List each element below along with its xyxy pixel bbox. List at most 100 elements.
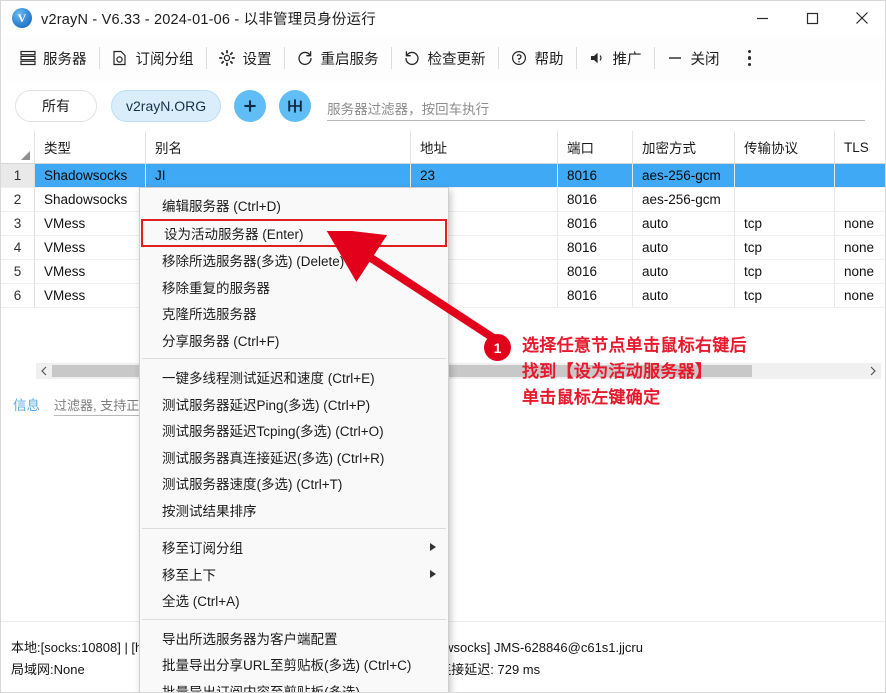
status-lan-line: 局域网:None [11, 659, 142, 681]
table-header-row: 类型 别名 地址 端口 加密方式 传输协议 TLS 订阅分组 延迟(ms) [1, 131, 886, 164]
column-header-tls[interactable]: TLS [835, 131, 886, 164]
toolbar-label: 订阅分组 [136, 48, 194, 69]
toolbar-label: 关闭 [691, 48, 720, 69]
ctx-item-move-up-down[interactable]: 移至上下 [140, 561, 448, 588]
minus-icon [667, 50, 684, 67]
ctx-item-set-active-server[interactable]: 设为活动服务器 (Enter) [142, 220, 446, 247]
ctx-item-move-to-subscription[interactable]: 移至订阅分组 [140, 534, 448, 561]
cell-security: aes-256-gcm [633, 188, 735, 212]
row-index: 1 [1, 164, 35, 188]
ctx-item-batch-export-subscription[interactable]: 批量导出订阅内容至剪贴板(多选) [140, 678, 448, 693]
cell-tls: none [835, 284, 886, 308]
column-header-network[interactable]: 传输协议 [735, 131, 835, 164]
toolbar-label: 检查更新 [428, 48, 486, 69]
resize-columns-icon[interactable] [279, 90, 311, 122]
toolbar-item-check-update[interactable]: 检查更新 [392, 35, 498, 81]
maximize-button[interactable] [787, 1, 837, 35]
ctx-item-test-real-delay[interactable]: 测试服务器真连接延迟(多选) (Ctrl+R) [140, 444, 448, 471]
main-toolbar: 服务器 订阅分组 [1, 35, 886, 82]
ctx-item-label: 移至上下 [162, 564, 216, 584]
chevron-right-icon [430, 570, 436, 578]
more-vertical-icon[interactable] [736, 35, 764, 81]
row-index: 5 [1, 260, 35, 284]
table-row[interactable]: 1 Shadowsocks JI 23 8016 aes-256-gcm v2r… [1, 164, 886, 188]
ctx-item-test-ping[interactable]: 测试服务器延迟Ping(多选) (Ctrl+P) [140, 391, 448, 418]
toolbar-label: 推广 [613, 48, 642, 69]
toolbar-item-close[interactable]: 关闭 [655, 35, 732, 81]
ctx-item-clone-selected-servers[interactable]: 克隆所选服务器 [140, 300, 448, 327]
ctx-item-select-all[interactable]: 全选 (Ctrl+A) [140, 587, 448, 614]
ctx-item-remove-duplicate-servers[interactable]: 移除重复的服务器 [140, 274, 448, 301]
restart-icon [297, 50, 314, 67]
toolbar-item-servers[interactable]: 服务器 [1, 35, 99, 81]
annotation-line-1: 选择任意节点单击鼠标右键后 [522, 333, 747, 359]
column-header-alias[interactable]: 别名 [146, 131, 411, 164]
server-filter-placeholder: 服务器过滤器，按回车执行 [327, 98, 489, 118]
cell-type: Shadowsocks [35, 164, 146, 188]
group-chip-v2rayn-org[interactable]: v2rayN.ORG [111, 90, 221, 122]
group-chip-all[interactable]: 所有 [15, 90, 97, 122]
tab-messages[interactable]: 信息 [13, 394, 40, 414]
speaker-icon [589, 50, 606, 67]
cell-address: 23 [411, 164, 558, 188]
ctx-item-export-client-config[interactable]: 导出所选服务器为客户端配置 [140, 625, 448, 652]
cell-alias: JI [146, 164, 411, 188]
toolbar-label: 重启服务 [321, 48, 379, 69]
message-filter-placeholder: 过滤器, 支持正则 [54, 395, 152, 414]
column-header-address[interactable]: 地址 [411, 131, 558, 164]
ctx-item-batch-export-urls[interactable]: 批量导出分享URL至剪贴板(多选) (Ctrl+C) [140, 651, 448, 678]
ctx-item-test-tcping[interactable]: 测试服务器延迟Tcping(多选) (Ctrl+O) [140, 417, 448, 444]
gear-icon [219, 50, 236, 67]
ctx-item-sort-by-test-result[interactable]: 按测试结果排序 [140, 497, 448, 524]
chevron-right-icon [430, 543, 436, 551]
ctx-separator [142, 528, 446, 529]
ctx-item-test-speed[interactable]: 测试服务器速度(多选) (Ctrl+T) [140, 470, 448, 497]
close-button[interactable] [837, 1, 886, 35]
cell-security: auto [633, 260, 735, 284]
cell-tls [835, 164, 886, 188]
chevron-right-icon[interactable] [865, 363, 881, 379]
server-context-menu[interactable]: 编辑服务器 (Ctrl+D) 设为活动服务器 (Enter) 移除所选服务器(多… [139, 187, 449, 693]
toolbar-label: 服务器 [43, 48, 87, 69]
server-icon [19, 50, 36, 67]
toolbar-item-help[interactable]: 帮助 [499, 35, 576, 81]
title-bar: V v2rayN - V6.33 - 2024-01-06 - 以非管理员身份运… [1, 1, 886, 35]
ctx-item-multithread-test[interactable]: 一键多线程测试延迟和速度 (Ctrl+E) [140, 364, 448, 391]
toolbar-item-settings[interactable]: 设置 [207, 35, 284, 81]
column-header-type[interactable]: 类型 [35, 131, 146, 164]
app-logo-icon: V [12, 8, 32, 28]
cell-type: VMess [35, 212, 146, 236]
window-title: v2rayN - V6.33 - 2024-01-06 - 以非管理员身份运行 [41, 8, 376, 29]
cell-tls: none [835, 212, 886, 236]
row-index: 4 [1, 236, 35, 260]
ctx-item-edit-server[interactable]: 编辑服务器 (Ctrl+D) [140, 192, 448, 219]
toolbar-item-subscriptions[interactable]: 订阅分组 [100, 35, 206, 81]
ctx-item-share-server[interactable]: 分享服务器 (Ctrl+F) [140, 327, 448, 354]
column-header-port[interactable]: 端口 [558, 131, 633, 164]
toolbar-item-restart-service[interactable]: 重启服务 [285, 35, 391, 81]
annotation-step-badge: 1 [484, 334, 511, 361]
minimize-button[interactable] [737, 1, 787, 35]
refresh-icon [404, 50, 421, 67]
row-index: 6 [1, 284, 35, 308]
server-filter-input[interactable]: 服务器过滤器，按回车执行 [327, 92, 865, 121]
cell-port: 8016 [558, 212, 633, 236]
annotation-text: 选择任意节点单击鼠标右键后 找到【设为活动服务器】 单击鼠标左键确定 [522, 333, 747, 411]
group-filter-bar: 所有 v2rayN.ORG 服务器过滤器，按回车执行 [1, 81, 886, 131]
column-header-security[interactable]: 加密方式 [633, 131, 735, 164]
cell-network: tcp [735, 284, 835, 308]
toolbar-label: 帮助 [535, 48, 564, 69]
cell-port: 8016 [558, 164, 633, 188]
cell-security: auto [633, 212, 735, 236]
toolbar-item-promotion[interactable]: 推广 [577, 35, 654, 81]
annotation-line-3: 单击鼠标左键确定 [522, 385, 747, 411]
cell-tls: none [835, 260, 886, 284]
cell-type: VMess [35, 284, 146, 308]
row-index: 3 [1, 212, 35, 236]
annotation-line-2: 找到【设为活动服务器】 [522, 359, 747, 385]
table-corner-header[interactable] [1, 131, 35, 164]
ctx-item-remove-selected-servers[interactable]: 移除所选服务器(多选) (Delete) [140, 247, 448, 274]
add-icon[interactable] [234, 90, 266, 122]
chevron-left-icon[interactable] [36, 363, 52, 379]
cell-port: 8016 [558, 236, 633, 260]
